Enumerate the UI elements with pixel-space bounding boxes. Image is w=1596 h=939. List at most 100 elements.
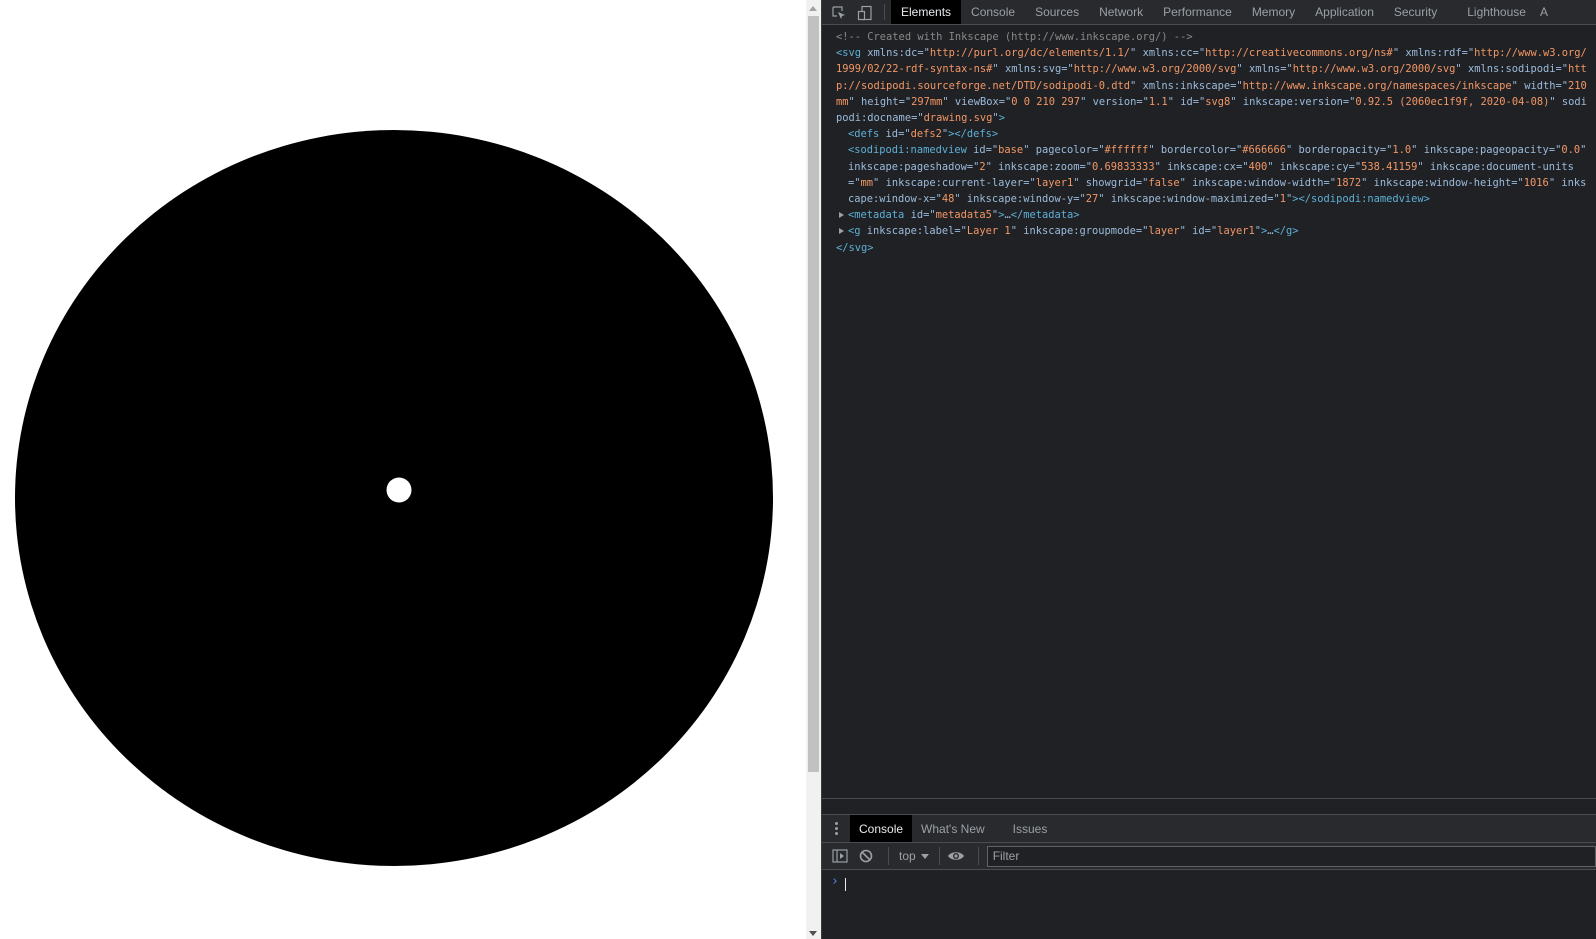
scrollbar-thumb[interactable] <box>808 16 819 772</box>
expand-triangle-icon[interactable] <box>839 212 844 219</box>
attribute-name: id <box>885 128 899 141</box>
attribute-name: id <box>973 144 986 157</box>
dom-metadata-node[interactable]: <metadata id="metadata5">…</metadata> <box>836 207 1590 223</box>
page-scrollbar[interactable] <box>806 0 821 939</box>
attribute-punct: =" <box>966 160 980 173</box>
tag-name: <g <box>848 225 861 238</box>
attribute-name: inkscape:zoom <box>998 160 1080 173</box>
attribute-value: layer1 <box>1035 176 1074 189</box>
dom-comment-node[interactable]: <!-- Created with Inkscape (http://www.i… <box>836 29 1590 45</box>
tag-bracket: > <box>998 112 1005 125</box>
tab-console[interactable]: Console <box>961 0 1025 24</box>
expand-triangle-icon[interactable] <box>839 228 844 235</box>
attribute-value: base <box>998 144 1024 157</box>
tab-memory[interactable]: Memory <box>1242 0 1305 24</box>
device-toolbar-icon[interactable] <box>852 0 878 25</box>
drawer-tab-console[interactable]: Console <box>850 815 913 842</box>
closing-tag: </metadata> <box>1010 209 1080 222</box>
dom-svg-open-node[interactable]: <svg xmlns:dc="http://purl.org/dc/elemen… <box>836 45 1590 126</box>
tab-application[interactable]: Application <box>1305 0 1384 24</box>
attribute-punct: =" <box>1342 95 1356 108</box>
sidebar-toggle-icon[interactable] <box>830 846 850 866</box>
tab-elements[interactable]: Elements <box>891 0 962 24</box>
attribute-name: id <box>910 209 924 222</box>
inspect-element-icon[interactable] <box>826 0 852 25</box>
attribute-name: inkscape:window-y <box>966 193 1074 206</box>
dom-namedview-node[interactable]: <sodipodi:namedview id="base" pagecolor=… <box>836 142 1590 207</box>
page-viewport <box>0 0 806 939</box>
attribute-value: metadata5 <box>935 209 992 222</box>
attribute-punct: " <box>1080 95 1087 108</box>
attribute-punct: =" <box>1023 176 1036 189</box>
devtools-toolbar: Elements Console Sources Network Perform… <box>822 0 1596 25</box>
console-filter-input[interactable] <box>986 845 1596 867</box>
attribute-punct: " <box>1286 144 1293 157</box>
attribute-name: xmlns:rdf <box>1405 47 1462 60</box>
attribute-value: 48 <box>941 193 955 206</box>
attribute-name: borderopacity <box>1298 144 1380 157</box>
drawer-tab-issues[interactable]: Issues <box>1004 815 1057 842</box>
drawer-tab-whats-new[interactable]: What's New <box>912 815 994 842</box>
attribute-punct: " <box>985 160 992 173</box>
console-prompt-chevron-icon: › <box>831 874 839 889</box>
toolbar-divider <box>977 847 979 865</box>
attribute-name: inkscape:pageshadow <box>848 160 967 173</box>
attribute-punct: =" <box>1204 225 1218 238</box>
attribute-name: bordercolor <box>1160 144 1230 157</box>
attribute-punct: =" <box>1511 176 1524 189</box>
attribute-punct: =" <box>1229 144 1243 157</box>
closing-tag: </g> <box>1273 225 1299 238</box>
attribute-punct: =" <box>929 193 942 206</box>
tab-security[interactable]: Security <box>1384 0 1457 24</box>
clear-console-icon[interactable] <box>856 846 876 866</box>
dom-svg-close-node[interactable]: </svg> <box>836 240 1590 256</box>
attribute-value: svg8 <box>1205 95 1231 108</box>
attribute-punct: =" <box>917 47 930 60</box>
attribute-punct: " <box>1130 47 1137 60</box>
attribute-punct: =" <box>1267 193 1280 206</box>
attribute-punct: " <box>1511 79 1518 92</box>
context-selector[interactable]: top <box>895 849 933 863</box>
attribute-name: inkscape:cx <box>1167 160 1236 173</box>
attribute-punct: =" <box>1555 79 1568 92</box>
tab-sources[interactable]: Sources <box>1025 0 1089 24</box>
tab-performance[interactable]: Performance <box>1153 0 1242 24</box>
attribute-name: xmlns <box>1248 63 1281 76</box>
attribute-name: showgrid <box>1085 176 1136 189</box>
attribute-punct: " <box>1023 144 1030 157</box>
attribute-name: xmlns:svg <box>1004 63 1062 76</box>
attribute-value: 1.1 <box>1148 95 1168 108</box>
dom-defs-node[interactable]: <defs id="defs2"></defs> <box>836 126 1590 142</box>
attribute-value: http://www.w3.org/2000/svg <box>1292 63 1456 76</box>
elements-tree: <!-- Created with Inkscape (http://www.i… <box>822 25 1596 798</box>
console-toolbar: top <box>822 843 1596 870</box>
tag-name: <svg <box>836 47 862 60</box>
tab-network[interactable]: Network <box>1089 0 1153 24</box>
attribute-value: 1872 <box>1336 176 1362 189</box>
closing-tag: </sodipodi:namedview> <box>1298 193 1430 206</box>
dom-layer-group-node[interactable]: <g inkscape:label="Layer 1" inkscape:gro… <box>836 223 1590 239</box>
attribute-punct: " <box>942 95 949 108</box>
scroll-down-arrow-icon[interactable] <box>809 931 817 936</box>
attribute-value: false <box>1148 176 1180 189</box>
attribute-punct: " <box>873 176 880 189</box>
attribute-punct: =" <box>848 176 861 189</box>
console-input-area[interactable]: › <box>822 870 1596 939</box>
attribute-name: inkscape:label <box>866 225 955 238</box>
live-expression-eye-icon[interactable] <box>946 846 966 866</box>
attribute-name: id <box>1180 95 1193 108</box>
attribute-punct: " <box>1548 176 1556 189</box>
attribute-punct: =" <box>954 225 967 238</box>
attribute-punct: " <box>1361 176 1368 189</box>
attribute-name: version <box>1092 95 1137 108</box>
scroll-up-arrow-icon[interactable] <box>809 6 817 11</box>
attribute-value: layer1 <box>1217 225 1255 238</box>
tag-name: <metadata <box>848 209 905 222</box>
attribute-punct: " <box>1179 225 1186 238</box>
drawer-menu-icon[interactable] <box>822 815 850 842</box>
attribute-punct: " <box>1549 95 1556 108</box>
tab-lighthouse[interactable]: Lighthouse <box>1457 0 1536 24</box>
attribute-value: Layer 1 <box>966 225 1011 238</box>
tab-overflow[interactable]: A <box>1536 0 1548 24</box>
attribute-punct: " <box>1167 95 1174 108</box>
